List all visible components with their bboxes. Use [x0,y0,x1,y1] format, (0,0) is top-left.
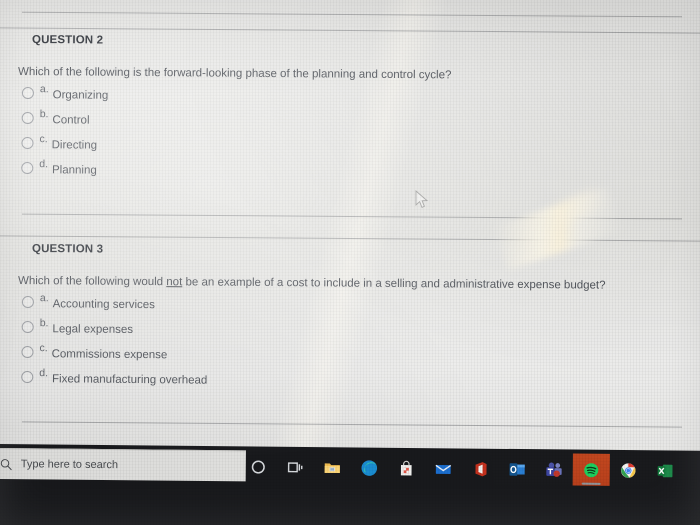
question-text-2-main: Which of the following is the forward-lo… [17,66,452,82]
taskbar-item-file-explorer[interactable] [314,451,351,483]
radio-button-3-d[interactable] [21,370,34,384]
taskbar-item-edge[interactable] [351,451,388,483]
question-block-3: QUESTION 3 Which of the following would … [0,243,700,393]
office-icon [475,461,487,476]
section-divider-bottom-inner [22,421,682,428]
section-divider-top-inner [22,11,682,18]
question-header-2: QUESTION 2 [31,34,104,47]
edge-icon [361,459,378,476]
store-icon [400,460,412,476]
taskbar-item-spotify[interactable] [572,453,610,486]
taskbar-running-indicator-spotify [581,482,601,485]
windows-taskbar-region: Type here to search [0,437,700,525]
question-header-3: QUESTION 3 [31,243,104,256]
radio-button-3-b[interactable] [21,320,34,334]
taskbar-item-cortana[interactable] [240,450,277,482]
option-letter-3-c: c. [39,342,48,355]
option-label-3-b: Legal expenses [52,323,134,336]
section-divider-mid-inner [22,213,682,220]
excel-icon [657,464,673,477]
option-label-2-d: Planning [51,164,97,177]
outlook-icon [509,462,525,476]
radio-button-2-c[interactable] [21,136,34,150]
taskbar-item-microsoft-store[interactable] [388,452,425,484]
search-icon [0,456,14,472]
radio-button-2-a[interactable] [21,86,34,100]
option-letter-2-d: d. [39,158,49,171]
taskbar-item-outlook[interactable] [499,453,536,485]
option-letter-3-d: d. [39,367,49,380]
options-list-3: a. Accounting services b. Legal expenses… [21,292,700,399]
question-text-3-before: Which of the following would [17,275,167,289]
question-text-2: Which of the following is the forward-lo… [18,66,700,83]
radio-button-2-b[interactable] [21,111,34,125]
taskbar-search-placeholder: Type here to search [20,458,119,472]
taskbar-item-chrome[interactable] [610,454,647,486]
question-block-2: QUESTION 2 Which of the following is the… [0,34,700,184]
taskbar-item-teams[interactable] [536,453,573,485]
option-letter-3-b: b. [39,317,49,330]
mail-icon [435,464,452,474]
teams-icon [546,462,562,477]
taskbar-search-box[interactable]: Type here to search [0,447,246,482]
taskbar-pinned-apps [240,450,684,486]
taskbar-item-office[interactable] [462,452,499,484]
cortana-icon [251,459,265,474]
radio-button-3-a[interactable] [21,295,34,309]
question-text-3-after: be an example of a cost to include in a … [182,276,606,292]
file-explorer-icon [324,462,340,473]
option-label-3-a: Accounting services [52,298,155,312]
option-row-3-d[interactable]: d. Fixed manufacturing overhead [21,367,699,399]
option-label-3-d: Fixed manufacturing overhead [51,373,208,387]
option-row-2-d[interactable]: d. Planning [21,158,699,190]
option-letter-2-a: a. [39,83,49,96]
section-divider-top-outer [0,27,700,34]
option-letter-3-a: a. [39,292,49,305]
section-divider-mid-outer [0,235,700,242]
quiz-content: QUESTION 2 Which of the following is the… [0,0,700,440]
taskbar-item-task-view[interactable] [277,451,314,483]
chrome-icon [621,462,636,478]
radio-button-2-d[interactable] [21,161,34,175]
taskbar-item-mail[interactable] [425,452,462,484]
option-label-2-c: Directing [51,139,98,152]
question-text-3-emphasis: not [166,276,183,289]
option-label-2-b: Control [52,114,90,127]
windows-taskbar: Type here to search [0,444,700,525]
task-view-icon [287,461,303,472]
taskbar-item-excel[interactable] [647,454,684,486]
option-label-2-a: Organizing [52,89,109,102]
radio-button-3-c[interactable] [21,345,34,359]
option-letter-2-c: c. [39,133,48,146]
spotify-icon [584,462,599,477]
question-text-3: Which of the following would not be an e… [18,275,700,292]
option-label-3-c: Commissions expense [51,348,168,362]
options-list-2: a. Organizing b. Control c. Directing d.… [21,83,700,190]
option-letter-2-b: b. [39,108,49,121]
